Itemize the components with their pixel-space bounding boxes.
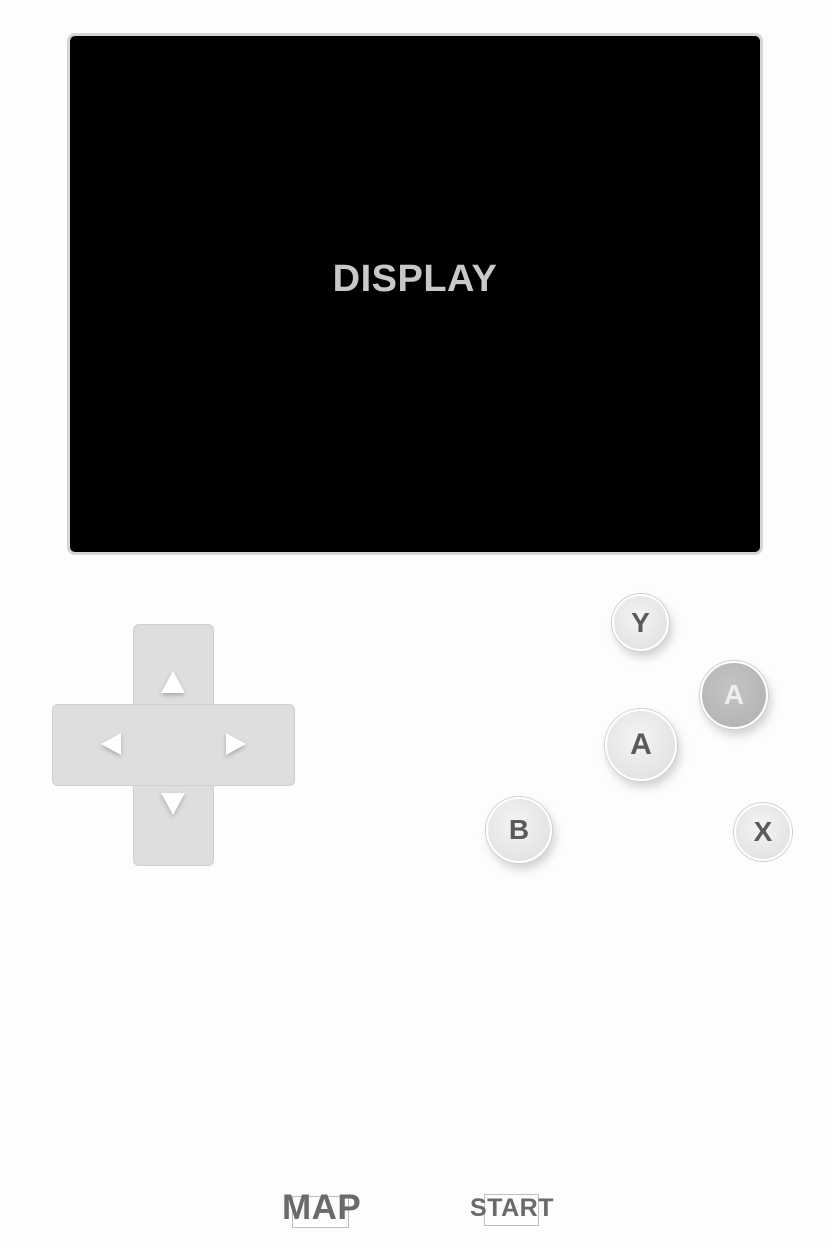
dpad-down-arrow-icon[interactable] (161, 793, 185, 815)
a-button-secondary-label: A (723, 679, 745, 710)
a-button[interactable]: A (605, 709, 677, 781)
y-button-label: Y (631, 606, 650, 638)
display-screen: DISPLAY (67, 33, 763, 555)
y-button[interactable]: Y (612, 594, 669, 651)
a-button-label: A (630, 728, 652, 761)
x-button[interactable]: X (734, 803, 792, 861)
map-button[interactable]: MAP (282, 1188, 361, 1228)
dpad-center (134, 705, 212, 783)
start-button[interactable]: START (470, 1194, 554, 1223)
display-label: DISPLAY (332, 257, 498, 300)
dpad-up-arrow-icon[interactable] (161, 671, 185, 693)
x-button-label: X (753, 816, 773, 847)
dpad-right-arrow-icon[interactable] (226, 733, 246, 755)
b-button[interactable]: B (486, 797, 552, 863)
dpad-left-arrow-icon[interactable] (101, 733, 121, 755)
a-button-secondary[interactable]: A (700, 661, 768, 729)
b-button-label: B (508, 814, 530, 845)
